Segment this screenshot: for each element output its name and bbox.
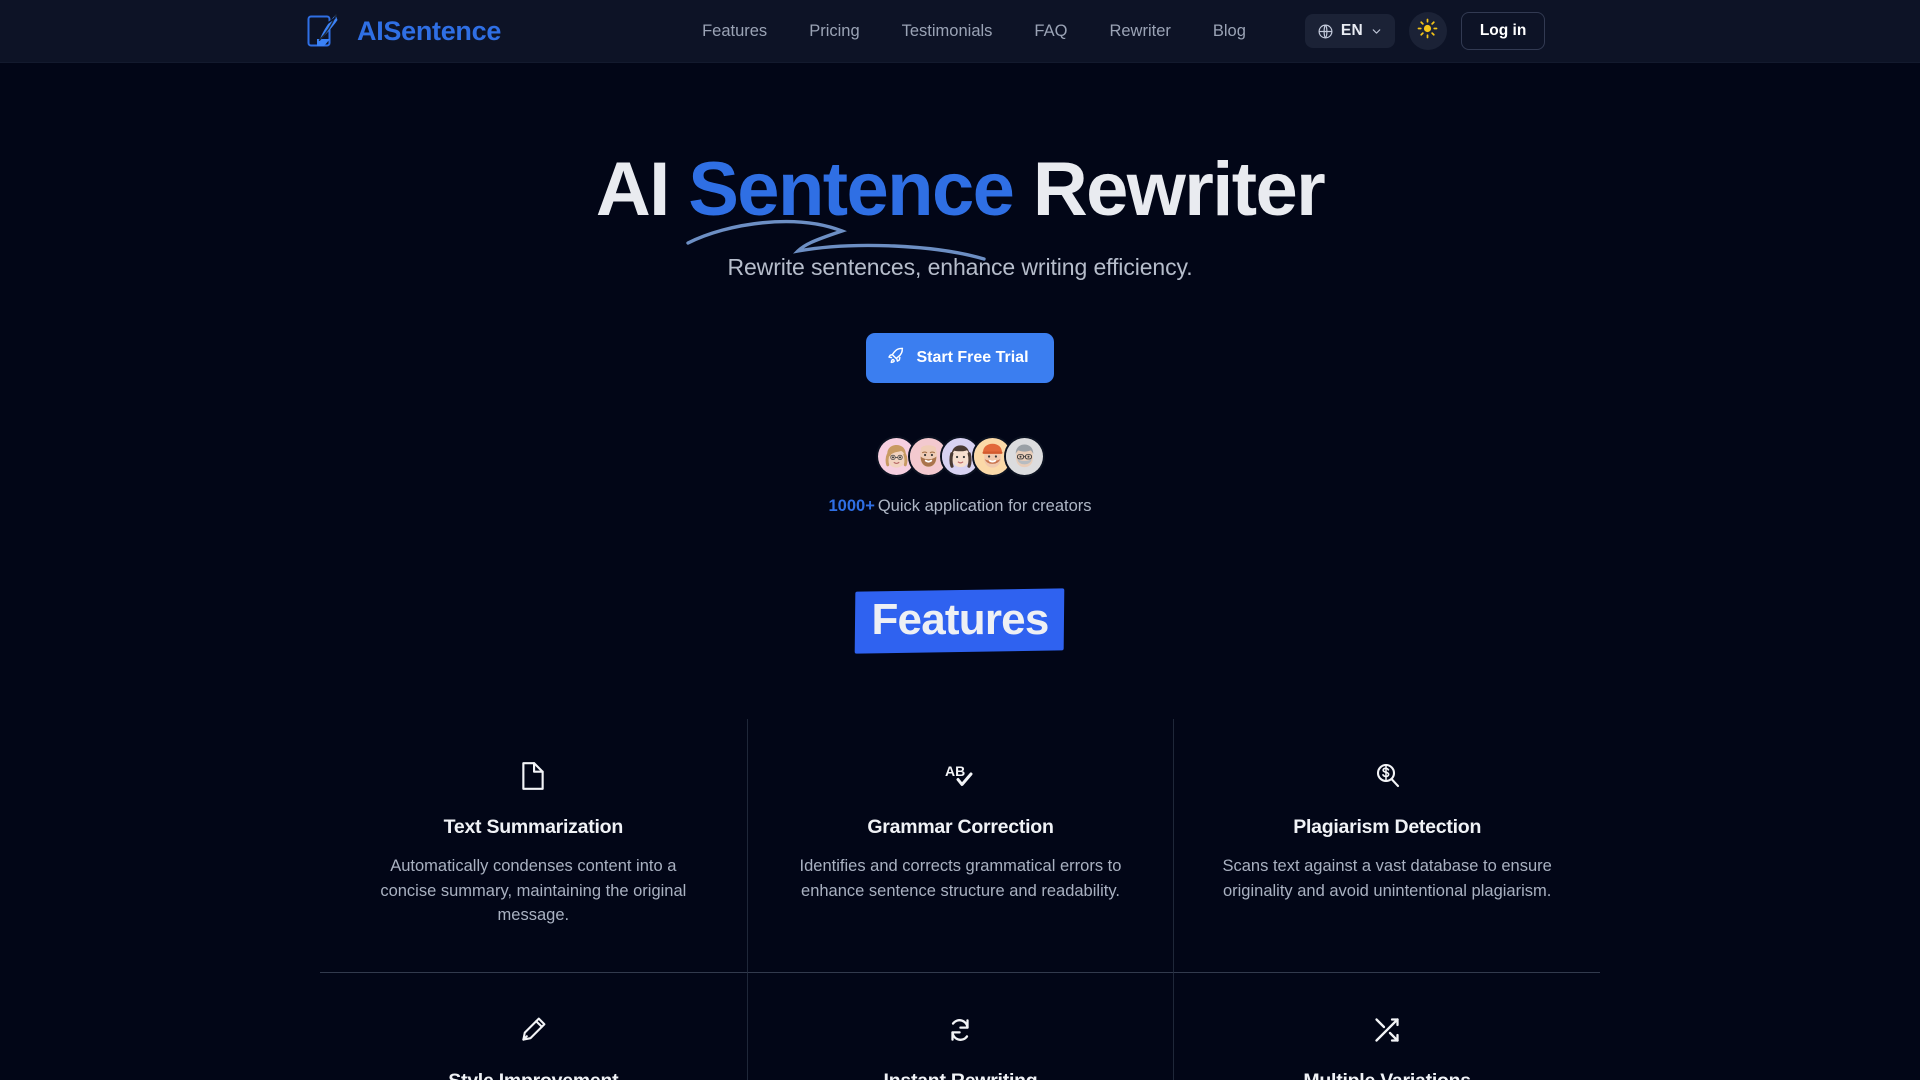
svg-text:AB: AB (945, 763, 965, 779)
feature-card-style-improvement[interactable]: Style Improvement Refines sentence fluen… (320, 973, 747, 1080)
hero-section: AI Sentence Rewriter Rewrite sentences, … (0, 63, 1920, 516)
social-proof-count: 1000+ (828, 497, 875, 515)
nav-item-pricing[interactable]: Pricing (788, 16, 880, 47)
start-free-trial-button[interactable]: Start Free Trial (866, 333, 1054, 383)
feature-title: Grammar Correction (867, 816, 1054, 838)
hero-title-part2: Rewriter (1013, 147, 1326, 232)
feature-card-multiple-variations[interactable]: Multiple Variations Generates diverse ve… (1173, 972, 1600, 1080)
page-title: AI Sentence Rewriter (596, 152, 1326, 261)
feature-title: Multiple Variations (1216, 1070, 1558, 1080)
magnifier-scan-icon (1216, 759, 1558, 793)
feature-title: Plagiarism Detection (1293, 816, 1482, 838)
globe-icon (1317, 23, 1334, 40)
shuffle-icon (1216, 1013, 1558, 1047)
hero-title-accent: Sentence (688, 147, 1015, 232)
pencil-icon (362, 1013, 705, 1047)
feature-card-plagiarism-detection[interactable]: Plagiarism Detection Scans text against … (1173, 719, 1600, 973)
social-proof: 1000+ Quick application for creators (0, 436, 1920, 516)
spellcheck-ab-icon: AB (790, 759, 1132, 793)
social-proof-text: 1000+ Quick application for creators (0, 497, 1920, 516)
nav-item-features[interactable]: Features (681, 16, 788, 47)
main-nav: Features Pricing Testimonials FAQ Rewrit… (681, 16, 1267, 47)
chevron-down-icon (1370, 25, 1383, 38)
feature-card-grammar-correction[interactable]: AB Grammar Correction Identifies and cor… (746, 719, 1174, 973)
hero-subtitle: Rewrite sentences, enhance writing effic… (727, 254, 1193, 280)
sun-icon (1417, 18, 1438, 44)
hero-title-part1: AI (595, 147, 689, 232)
features-heading-wrap: Features (0, 586, 1920, 654)
feature-title: Text Summarization (443, 816, 624, 838)
avatar-group (0, 436, 1920, 477)
hero-cta-wrap: Start Free Trial (0, 333, 1920, 383)
feature-card-text-summarization[interactable]: Text Summarization Automatically condens… (320, 719, 747, 973)
feature-card-instant-rewriting[interactable]: Instant Rewriting Provides immediate sug… (746, 972, 1174, 1080)
document-icon (362, 759, 705, 793)
nav-item-blog[interactable]: Blog (1192, 16, 1267, 47)
theme-toggle-button[interactable] (1408, 12, 1447, 50)
brand-logo-link[interactable]: AISentence (302, 9, 501, 53)
feature-desc: Scans text against a vast database to en… (1222, 857, 1552, 900)
brand-name: AISentence (357, 15, 502, 46)
features-section: Features Text Summarization Automaticall… (0, 586, 1920, 1080)
features-heading-text: Features (871, 595, 1049, 644)
login-button[interactable]: Log in (1460, 12, 1546, 50)
refresh-cycle-icon (790, 1013, 1132, 1047)
nav-item-testimonials[interactable]: Testimonials (881, 16, 1014, 47)
feature-title: Style Improvement (362, 1070, 705, 1080)
site-header: AISentence Features Pricing Testimonials… (0, 0, 1920, 63)
social-proof-label: Quick application for creators (877, 497, 1092, 515)
feature-desc: Automatically condenses content into a c… (380, 857, 687, 925)
language-switcher[interactable]: EN (1304, 14, 1395, 48)
features-grid: Text Summarization Automatically condens… (320, 719, 1600, 1080)
features-heading: Features (855, 586, 1065, 654)
nav-item-faq[interactable]: FAQ (1013, 16, 1088, 47)
feature-desc: Identifies and corrects grammatical erro… (799, 857, 1122, 900)
quill-document-icon (302, 9, 346, 53)
header-actions: EN Log in (1304, 12, 1546, 50)
rocket-icon (887, 346, 906, 370)
cta-label: Start Free Trial (916, 349, 1029, 366)
nav-item-rewriter[interactable]: Rewriter (1088, 16, 1191, 47)
feature-title: Instant Rewriting (790, 1070, 1132, 1080)
avatar-5 (1003, 436, 1045, 477)
language-label: EN (1340, 22, 1363, 39)
